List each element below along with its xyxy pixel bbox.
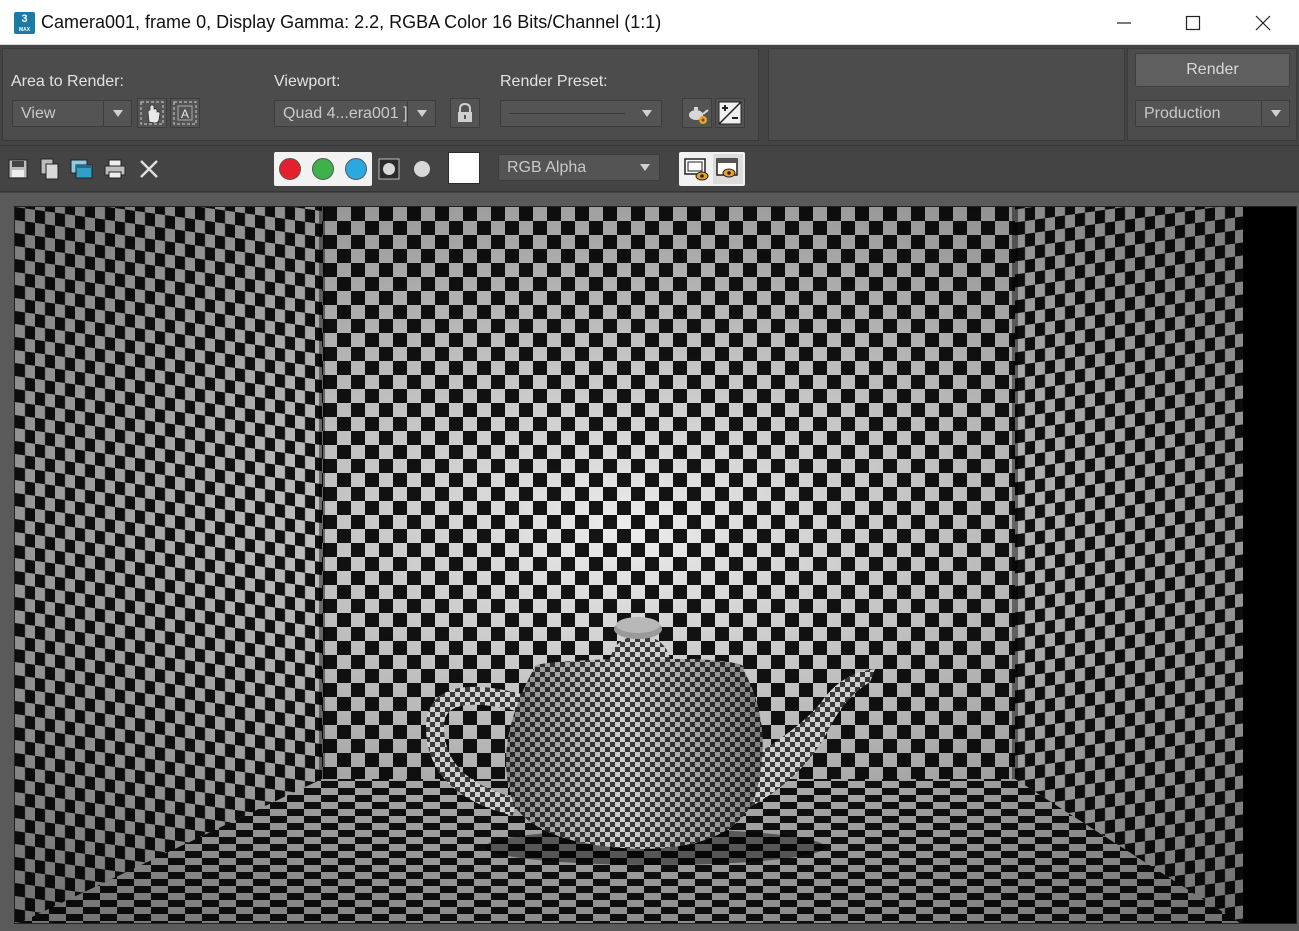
toggle-ui-overlay-button[interactable] xyxy=(681,154,711,184)
production-value: Production xyxy=(1144,105,1221,122)
render-preset-dropdown[interactable] xyxy=(500,100,662,127)
save-image-button[interactable] xyxy=(4,155,32,183)
blue-channel-toggle[interactable] xyxy=(345,158,367,180)
svg-text:A: A xyxy=(181,107,189,121)
clone-frame-window-button[interactable] xyxy=(68,155,96,183)
teapot-gear-icon xyxy=(689,107,709,124)
rgb-channel-toggles xyxy=(274,152,372,186)
red-channel-toggle[interactable] xyxy=(279,158,301,180)
clear-image-button[interactable] xyxy=(135,155,163,183)
area-to-render-value: View xyxy=(21,105,56,122)
copy-icon xyxy=(40,158,59,180)
preset-empty-line xyxy=(509,113,625,114)
maximize-button[interactable] xyxy=(1158,0,1228,45)
checker-teapot-render-icon xyxy=(15,207,1296,923)
render-preset-label: Render Preset: xyxy=(500,73,608,90)
render-button[interactable]: Render xyxy=(1135,53,1290,87)
green-channel-toggle[interactable] xyxy=(312,158,334,180)
minimize-button[interactable] xyxy=(1089,0,1159,45)
render-section: Render Production xyxy=(1127,48,1297,141)
app-icon-number: 3 xyxy=(21,13,28,25)
monochrome-icon xyxy=(414,161,430,177)
frame-buffer-toolbar: RGB Alpha xyxy=(0,145,1299,192)
alpha-channel-icon xyxy=(378,158,400,180)
display-ui-icon xyxy=(716,158,738,178)
channel-display-value: RGB Alpha xyxy=(507,159,587,176)
area-to-render-label: Area to Render: xyxy=(11,73,124,90)
viewport-label: Viewport: xyxy=(274,73,341,90)
monochrome-toggle[interactable] xyxy=(405,152,439,186)
clear-x-icon xyxy=(140,160,158,178)
edit-region-button[interactable] xyxy=(137,98,167,128)
print-image-button[interactable] xyxy=(101,155,129,183)
close-window-button[interactable] xyxy=(1228,0,1298,45)
close-icon xyxy=(1255,15,1271,30)
chevron-down-icon xyxy=(103,101,131,126)
chevron-down-icon xyxy=(407,101,435,126)
exposure-control-button[interactable] xyxy=(715,98,745,128)
hand-region-icon xyxy=(140,101,164,125)
chevron-down-icon xyxy=(633,101,661,126)
print-icon xyxy=(104,159,126,179)
minimize-icon xyxy=(1117,21,1131,24)
rendered-image[interactable] xyxy=(14,206,1297,924)
lock-icon xyxy=(458,102,472,122)
area-to-render-dropdown[interactable]: View xyxy=(12,100,132,127)
production-dropdown[interactable]: Production xyxy=(1135,100,1290,127)
viewport-value: Quad 4...era001 ] xyxy=(283,105,408,122)
toggle-ui-button[interactable] xyxy=(713,154,743,184)
render-setup-button[interactable] xyxy=(682,98,712,128)
copy-image-button[interactable] xyxy=(36,155,64,183)
exposure-icon xyxy=(718,101,742,125)
frame-buffer-area xyxy=(0,193,1299,931)
3dsmax-app-icon[interactable]: 3 MAX xyxy=(14,12,35,34)
render-area-section: Area to Render: View A Viewport: Quad 4.… xyxy=(2,48,759,141)
chevron-down-icon xyxy=(1261,101,1289,126)
auto-region-icon: A xyxy=(173,101,197,125)
title-bar: 3 MAX Camera001, frame 0, Display Gamma:… xyxy=(0,0,1299,45)
maximize-icon xyxy=(1185,15,1201,30)
render-settings-panel: Area to Render: View A Viewport: Quad 4.… xyxy=(0,45,1299,145)
color-swatch[interactable] xyxy=(448,152,480,184)
auto-region-button[interactable]: A xyxy=(170,98,200,128)
chevron-down-icon xyxy=(631,155,659,180)
app-icon-subtext: MAX xyxy=(18,27,31,33)
alpha-channel-toggle[interactable] xyxy=(372,152,406,186)
save-icon xyxy=(8,159,28,179)
lock-viewport-button[interactable] xyxy=(450,98,480,128)
viewport-dropdown[interactable]: Quad 4...era001 ] xyxy=(274,100,436,127)
display-overlay-icon xyxy=(684,158,709,181)
clone-window-icon xyxy=(70,159,93,179)
display-toggle-group xyxy=(679,152,745,186)
window-title: Camera001, frame 0, Display Gamma: 2.2, … xyxy=(41,12,662,32)
channel-display-dropdown[interactable]: RGB Alpha xyxy=(498,154,660,181)
empty-section xyxy=(768,48,1125,141)
